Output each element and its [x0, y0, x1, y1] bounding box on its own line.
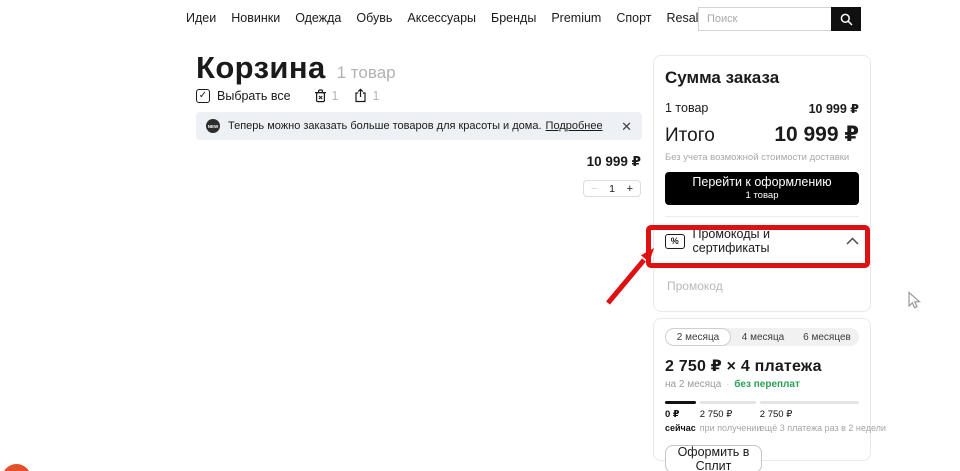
quantity-increase-button[interactable]: +: [627, 183, 633, 195]
split-benefit: без переплат: [734, 379, 800, 390]
select-all-label[interactable]: Выбрать все: [217, 89, 291, 103]
search-input[interactable]: [699, 8, 831, 30]
split-term: на 2 месяца: [665, 379, 721, 390]
split-checkout-button[interactable]: Оформить в Сплит: [665, 445, 762, 471]
summary-items-row: 1 товар 10 999 ₽: [665, 101, 859, 116]
mouse-cursor-icon: [906, 291, 922, 309]
summary-divider: [665, 216, 859, 217]
share-count: 1: [372, 89, 379, 103]
schedule-col-delivery: 2 750 ₽ при получении: [700, 409, 756, 434]
quantity-stepper: − 1 +: [583, 180, 641, 197]
schedule-amount: 2 750 ₽: [760, 409, 886, 422]
tab-2-months[interactable]: 2 месяца: [665, 328, 731, 346]
dot-separator: ·: [726, 379, 729, 390]
trash-icon: [314, 89, 327, 103]
chat-widget-button[interactable]: [2, 464, 31, 471]
summary-title: Сумма заказа: [665, 68, 859, 88]
select-all-checkbox[interactable]: ✓: [196, 89, 210, 103]
split-widget-card: 2 месяца 4 месяца 6 месяцев 2 750 ₽ × 4 …: [653, 318, 871, 461]
schedule-label: сейчас: [665, 422, 696, 434]
chevron-up-icon[interactable]: [846, 237, 859, 245]
summary-items-label: 1 товар: [665, 101, 708, 116]
search-bar: [698, 7, 861, 31]
share-icon: [354, 88, 367, 103]
page-title: Корзина: [196, 50, 326, 86]
schedule-amount: 2 750 ₽: [700, 409, 756, 422]
promo-ticket-icon: %: [665, 234, 685, 249]
schedule-col-now: 0 ₽ сейчас: [665, 409, 696, 434]
tab-6-months[interactable]: 6 месяцев: [795, 328, 859, 346]
payment-progress-bar: [665, 401, 859, 404]
progress-segment-2: [700, 401, 756, 404]
tab-4-months[interactable]: 4 месяца: [731, 328, 795, 346]
schedule-amount: 0 ₽: [665, 409, 696, 422]
total-label: Итого: [665, 125, 715, 147]
promo-code-input[interactable]: [665, 278, 859, 294]
nav-item-clothes[interactable]: Одежда: [295, 11, 341, 25]
order-summary-card: Сумма заказа 1 товар 10 999 ₽ Итого 10 9…: [653, 55, 871, 312]
summary-total-row: Итого 10 999 ₽: [665, 122, 859, 147]
split-term-tabs: 2 месяца 4 месяца 6 месяцев: [665, 328, 859, 346]
summary-items-price: 10 999 ₽: [809, 101, 859, 116]
quantity-decrease-button[interactable]: −: [591, 183, 597, 195]
percent-glyph: %: [671, 236, 679, 246]
banner-text: Теперь можно заказать больше товаров для…: [228, 120, 542, 132]
progress-segment-1: [665, 401, 696, 404]
banner-more-link[interactable]: Подробнее: [546, 120, 603, 132]
search-icon: [839, 12, 854, 27]
nav-item-brands[interactable]: Бренды: [491, 11, 536, 25]
progress-segment-3: [760, 401, 859, 404]
promo-input-wrap: [665, 268, 859, 304]
checkmark-icon: ✓: [199, 90, 207, 101]
share-selected-button[interactable]: 1: [354, 88, 379, 103]
delivery-note: Без учета возможной стоимости доставки: [665, 152, 859, 163]
promo-banner: NEW Теперь можно заказать больше товаров…: [196, 112, 642, 140]
checkout-button[interactable]: Перейти к оформлению 1 товар: [665, 172, 859, 205]
item-price: 10 999 ₽: [441, 154, 641, 170]
new-badge-icon: NEW: [206, 119, 220, 133]
split-subline: на 2 месяца · без переплат: [665, 379, 859, 390]
items-count: 1 товар: [337, 63, 396, 83]
nav-item-shoes[interactable]: Обувь: [356, 11, 392, 25]
nav-item-new[interactable]: Новинки: [231, 11, 280, 25]
cart-toolbar: ✓ Выбрать все 1 1: [196, 88, 379, 103]
nav-item-premium[interactable]: Premium: [551, 11, 601, 25]
cart-header: Корзина 1 товар: [196, 50, 396, 86]
banner-close-icon[interactable]: ✕: [621, 120, 632, 133]
checkout-label: Перейти к оформлению: [692, 175, 831, 190]
schedule-label: при получении: [700, 422, 756, 434]
nav-item-ideas[interactable]: Идеи: [186, 11, 216, 25]
cart-page: Идеи Новинки Одежда Обувь Аксессуары Бре…: [0, 0, 960, 471]
promo-section-label: Промокоды и сертификаты: [693, 227, 847, 255]
nav-item-sport[interactable]: Спорт: [616, 11, 651, 25]
total-price: 10 999 ₽: [774, 122, 859, 147]
split-headline: 2 750 ₽ × 4 платежа: [665, 356, 859, 376]
schedule-col-rest: 2 750 ₽ ещё 3 платежа раз в 2 недели: [760, 409, 886, 434]
checkout-sublabel: 1 товар: [746, 190, 779, 201]
delete-selected-button[interactable]: 1: [314, 89, 339, 103]
promo-section-toggle[interactable]: % Промокоды и сертификаты: [665, 227, 859, 255]
quantity-value: 1: [609, 183, 615, 195]
search-button[interactable]: [831, 7, 861, 31]
delete-count: 1: [332, 89, 339, 103]
schedule-label: ещё 3 платежа раз в 2 недели: [760, 422, 886, 434]
payment-schedule: 0 ₽ сейчас 2 750 ₽ при получении 2 750 ₽…: [665, 409, 859, 434]
nav-item-accessories[interactable]: Аксессуары: [407, 11, 476, 25]
